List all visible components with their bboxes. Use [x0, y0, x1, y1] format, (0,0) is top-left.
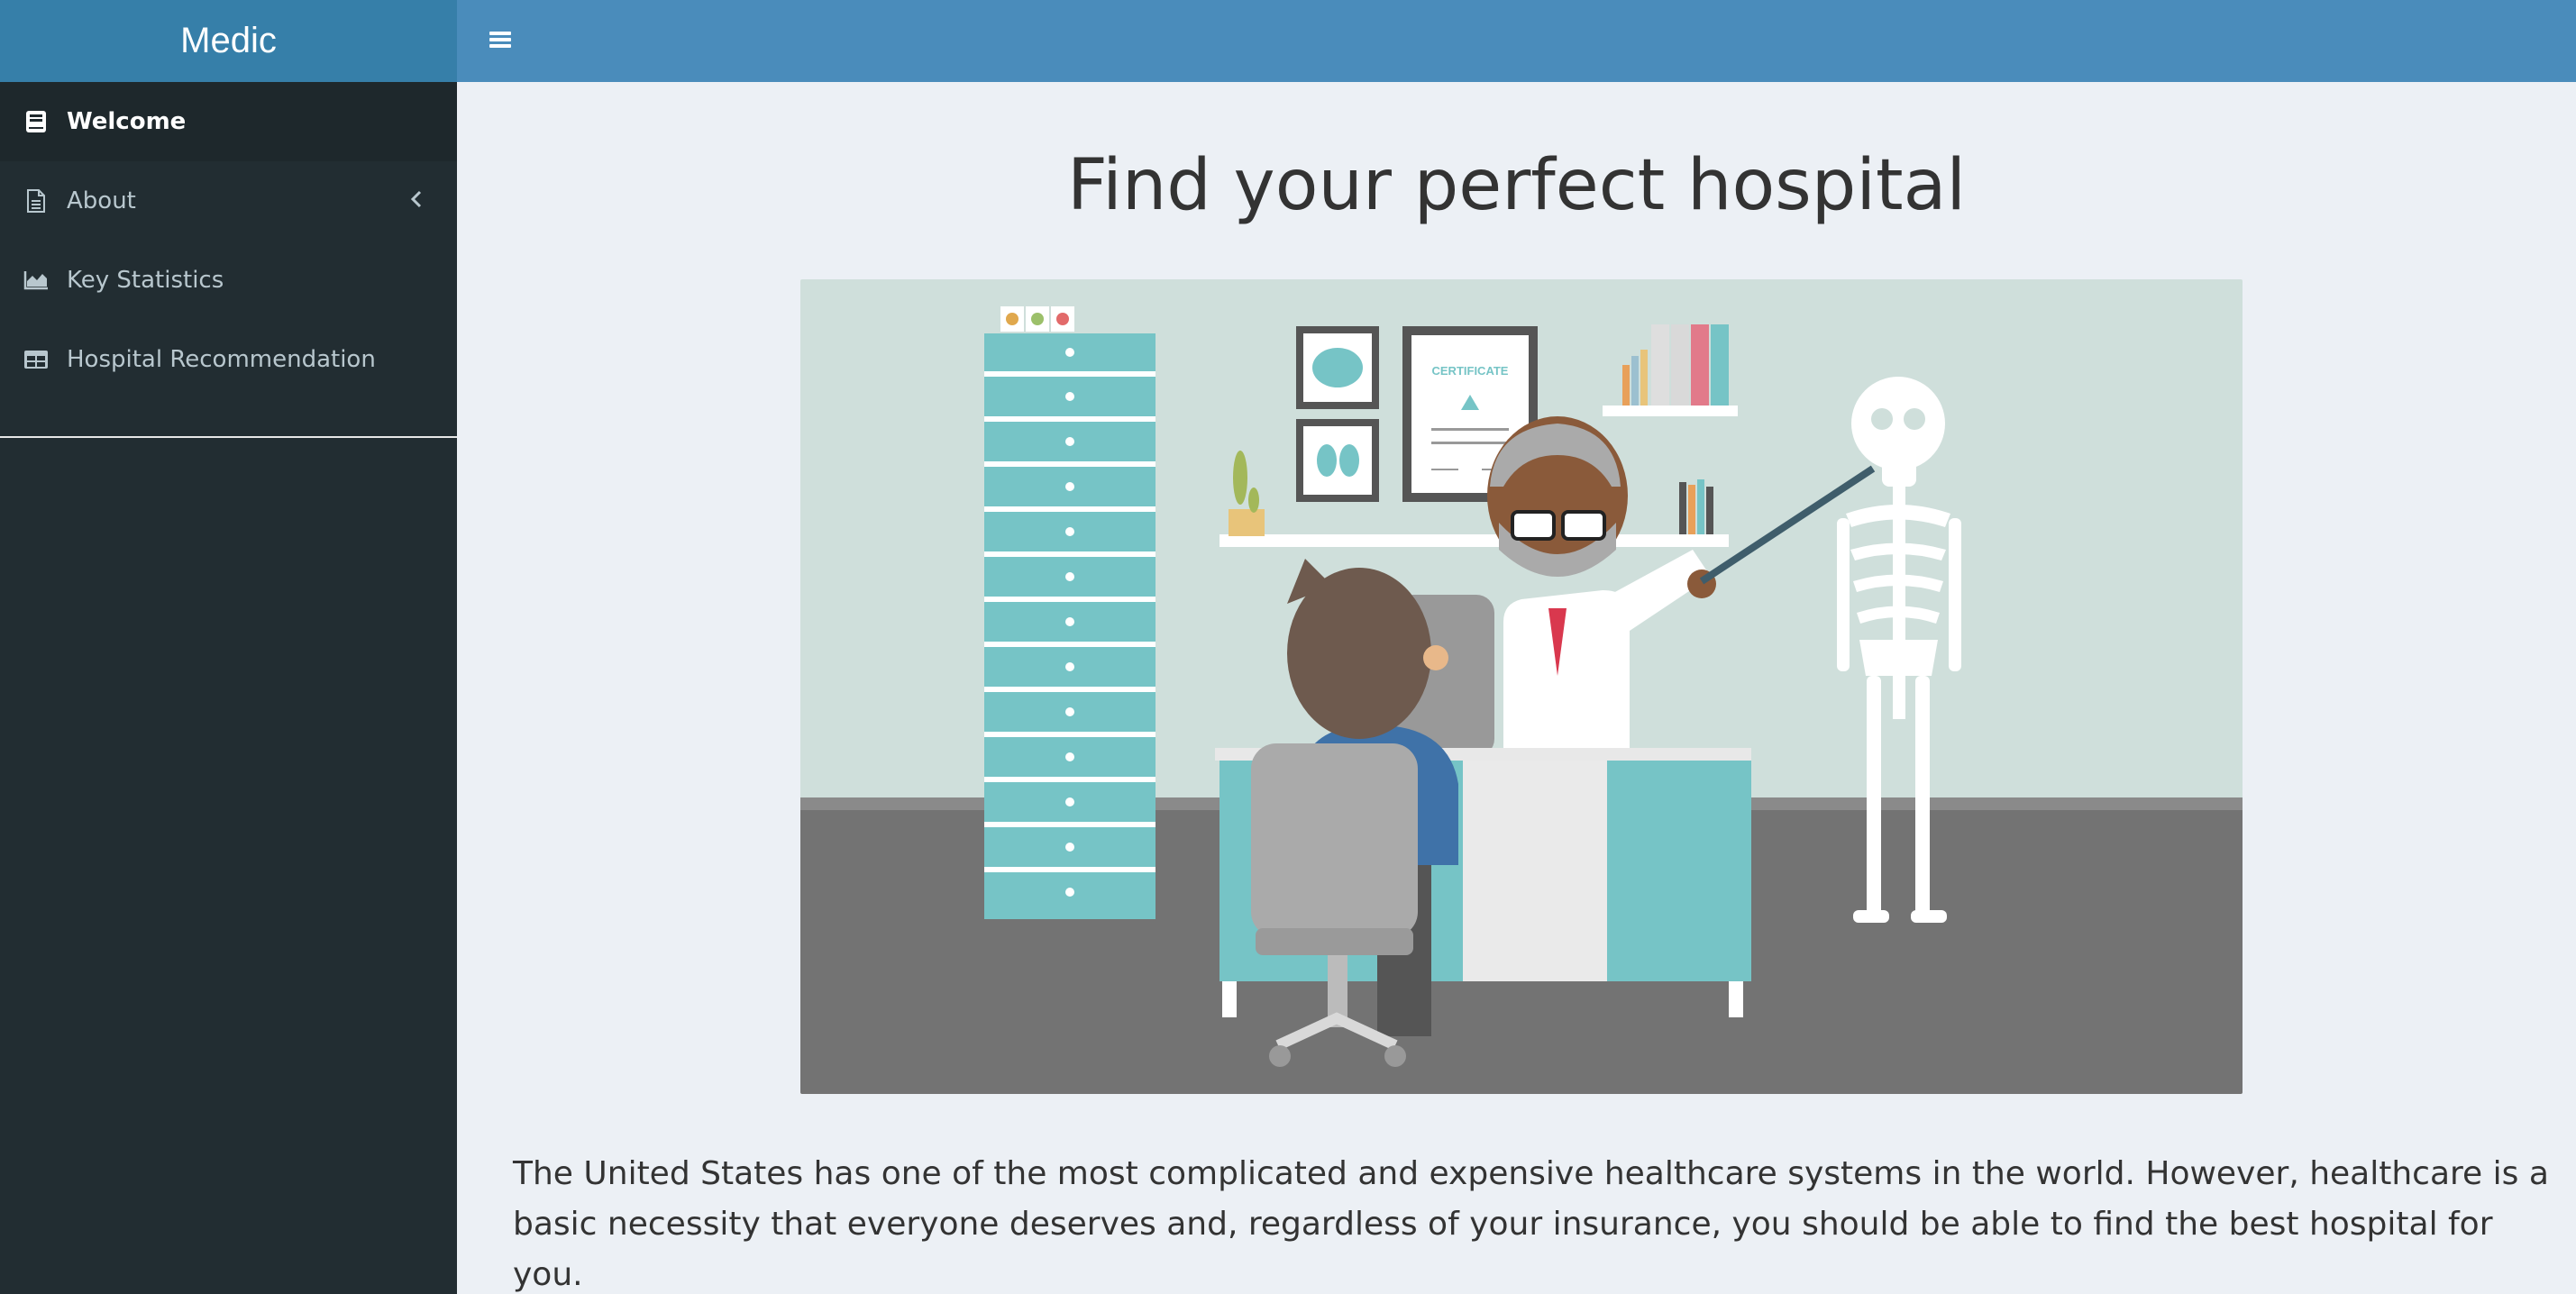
sidebar-item-label: Key Statistics [67, 267, 224, 294]
top-navbar [457, 0, 2576, 82]
sidebar-item-hospital-recommendation[interactable]: Hospital Recommendation [0, 320, 457, 399]
app-logo[interactable]: Medic [0, 0, 457, 82]
page-title: Find your perfect hospital [1066, 145, 1967, 226]
table-icon [23, 347, 49, 372]
file-icon [23, 188, 49, 214]
area-chart-icon [23, 268, 49, 293]
sidebar-item-label: About [67, 187, 136, 214]
sidebar-toggle-button[interactable] [482, 23, 518, 59]
certificate-text: CERTIFICATE [1432, 364, 1509, 378]
sidebar-item-welcome[interactable]: Welcome [0, 82, 457, 161]
brand-name: Medic [180, 21, 277, 60]
sidebar-item-label: Welcome [67, 108, 187, 135]
sidebar: Medic Welcome About Key Statistics Hospi… [0, 0, 457, 1294]
doctor-office-illustration: CERTIFICATE [800, 279, 2243, 1094]
sidebar-divider [0, 436, 457, 438]
hamburger-icon [488, 29, 513, 55]
sidebar-item-label: Hospital Recommendation [67, 346, 376, 373]
main-content: Find your perfect hospital CERTIFICATE T… [457, 82, 2576, 1294]
chevron-left-icon[interactable] [410, 187, 423, 214]
sidebar-item-about[interactable]: About [0, 161, 457, 241]
intro-paragraph: The United States has one of the most co… [513, 1155, 2549, 1293]
drawer-cabinet [984, 306, 1156, 919]
sidebar-item-key-statistics[interactable]: Key Statistics [0, 241, 457, 320]
book-icon [23, 109, 49, 134]
sidebar-menu: Welcome About Key Statistics Hospital Re… [0, 82, 457, 399]
